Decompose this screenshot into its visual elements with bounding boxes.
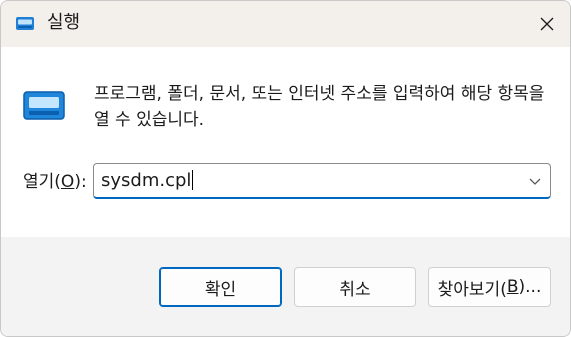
open-input[interactable]: sysdm.cpl (101, 170, 501, 192)
open-label-prefix: 열기( (23, 172, 61, 192)
content-area: 프로그램, 폴더, 문서, 또는 인터넷 주소를 입력하여 해당 항목을 열 수… (1, 47, 570, 237)
text-caret (192, 170, 194, 190)
browse-label-accelerator: B (506, 277, 519, 297)
browse-label-prefix: 찾아보기( (437, 279, 507, 300)
window-title: 실행 (47, 12, 81, 33)
run-dialog: 실행 프로그램, 폴더, 문서, 또는 인터넷 주소를 입력하여 해당 항목을 … (0, 0, 571, 337)
open-label-accelerator: O (60, 172, 75, 192)
description-text: 프로그램, 폴더, 문서, 또는 인터넷 주소를 입력하여 해당 항목을 열 수… (94, 84, 545, 130)
cancel-button[interactable]: 취소 (294, 267, 416, 307)
chevron-down-icon[interactable] (528, 174, 542, 188)
open-label-suffix: ): (74, 172, 87, 192)
browse-label-suffix: )... (518, 277, 542, 297)
ok-button[interactable]: 확인 (159, 267, 282, 307)
browse-button[interactable]: 찾아보기(B)... (428, 267, 551, 307)
open-combobox[interactable]: sysdm.cpl (93, 163, 551, 199)
open-label: 열기(O): (23, 169, 87, 195)
open-input-value: sysdm.cpl (101, 170, 192, 191)
run-icon (16, 17, 34, 30)
close-icon (540, 17, 554, 31)
run-app-icon (23, 91, 65, 120)
title-bar[interactable]: 실행 (1, 1, 570, 47)
button-bar: 확인 취소 찾아보기(B)... (1, 237, 570, 336)
close-button[interactable] (522, 1, 570, 47)
